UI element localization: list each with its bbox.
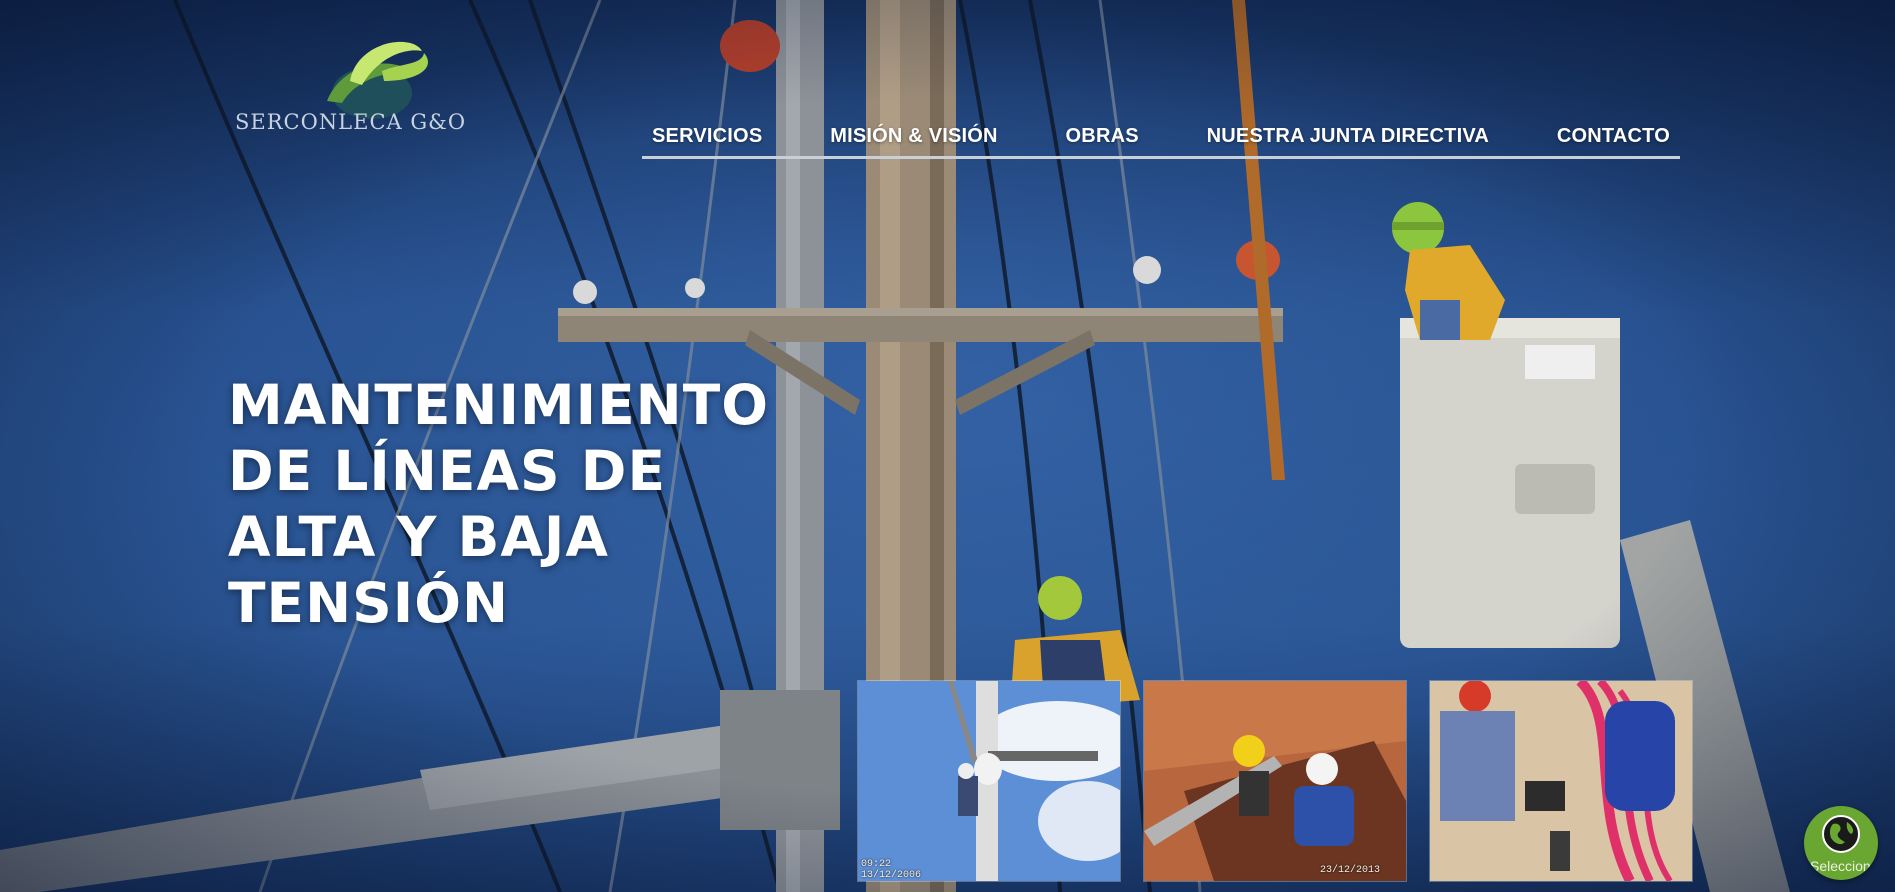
gallery-thumb-cable-testing[interactable] (1429, 680, 1693, 882)
globe-icon (1822, 815, 1860, 853)
nav-link-mision-vision[interactable]: MISIÓN & VISIÓN (820, 121, 1007, 151)
photo-timestamp-date: 13/12/2006 (861, 870, 922, 881)
headline-line: TENSIÓN (228, 571, 509, 635)
photo-timestamp-date: 23/12/2013 (1320, 865, 1381, 876)
photo-cable-testing-icon (1430, 681, 1692, 881)
photo-lineman-on-pole-icon (858, 681, 1120, 881)
gallery-thumb-trench[interactable]: 23/12/2013 (1143, 680, 1407, 882)
hero-headline: MANTENIMIENTO DE LÍNEAS DE ALTA Y BAJA T… (228, 372, 788, 636)
gallery-thumb-lineman[interactable]: 09:22 13/12/2006 (857, 680, 1121, 882)
language-selector-button[interactable]: Selecciona (1804, 806, 1878, 880)
nav-link-junta-directiva[interactable]: NUESTRA JUNTA DIRECTIVA (1197, 121, 1499, 151)
photo-workers-in-trench-icon (1144, 681, 1406, 881)
headline-line: DE LÍNEAS DE (228, 439, 667, 503)
nav-link-obras[interactable]: OBRAS (1056, 121, 1149, 151)
main-navigation: SERVICIOS MISIÓN & VISIÓN OBRAS NUESTRA … (642, 116, 1680, 159)
headline-line: ALTA Y BAJA (228, 505, 609, 569)
brand-name[interactable]: SERCONLECA G&O (235, 110, 466, 134)
nav-link-servicios[interactable]: SERVICIOS (642, 121, 772, 151)
headline-line: MANTENIMIENTO (228, 373, 769, 437)
language-selector-label: Selecciona (1810, 858, 1878, 874)
photo-timestamp-time: 09:22 (861, 859, 892, 870)
nav-link-contacto[interactable]: CONTACTO (1547, 121, 1680, 151)
